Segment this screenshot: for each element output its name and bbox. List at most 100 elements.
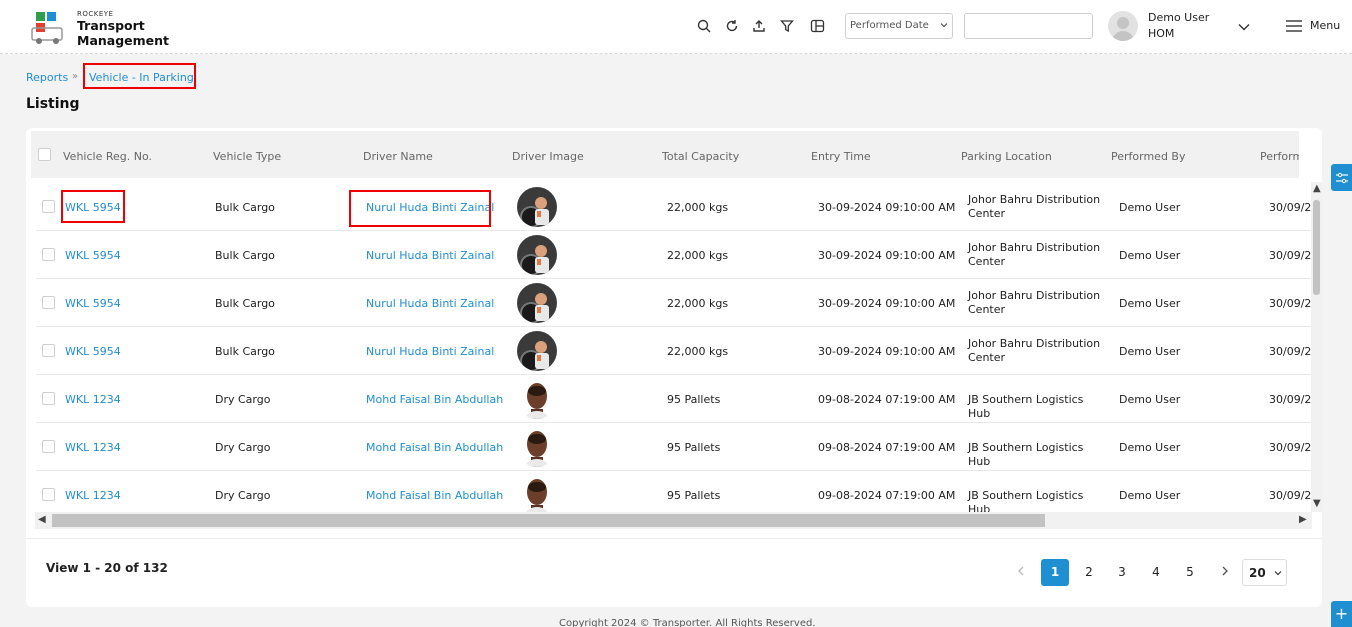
driver-photo [517,283,557,323]
driver-name-link[interactable]: Mohd Faisal Bin Abdullah [366,441,503,454]
page-button-5[interactable]: 5 [1176,559,1204,586]
performed-date: 30/09/2 [1269,201,1312,214]
table-row[interactable]: WKL 5954 Bulk Cargo Nurul Huda Binti Zaina… [36,183,1313,231]
table-row[interactable]: WKL 1234 Dry Cargo Mohd Faisal Bin Abdulla… [36,471,1313,513]
driver-photo [517,379,557,419]
performed-date: 30/09/2 [1269,249,1312,262]
page-button-3[interactable]: 3 [1108,559,1136,586]
vehicle-type: Dry Cargo [215,393,271,406]
scroll-down-arrow[interactable]: ▼ [1313,498,1321,509]
row-checkbox[interactable] [42,296,55,309]
next-page-button[interactable] [1211,559,1239,586]
driver-image[interactable] [517,283,557,323]
driver-name-link[interactable]: Nurul Huda Binti Zainal [366,249,494,262]
column-header[interactable]: Driver Image [512,150,584,163]
vehicle-reg-link[interactable]: WKL 5954 [65,297,121,310]
column-header[interactable]: Total Capacity [662,150,739,163]
driver-image[interactable] [517,187,557,227]
column-header[interactable]: Entry Time [811,150,871,163]
select-all-checkbox[interactable] [38,148,51,161]
vehicle-type: Bulk Cargo [215,297,275,310]
page-button-1[interactable]: 1 [1041,559,1069,586]
page-title: Listing [26,96,80,112]
table-row[interactable]: WKL 5954 Bulk Cargo Nurul Huda Binti Zaina… [36,231,1313,279]
vehicle-reg-link[interactable]: WKL 5954 [65,201,121,214]
driver-image[interactable] [517,475,557,513]
parking-location: Johor Bahru Distribution Center [968,193,1101,220]
vehicle-type: Bulk Cargo [215,249,275,262]
driver-name-link[interactable]: Nurul Huda Binti Zainal [366,297,494,310]
driver-photo [517,331,557,371]
driver-image[interactable] [517,379,557,419]
column-header[interactable]: Vehicle Reg. No. [63,150,152,163]
prev-page-button[interactable] [1007,559,1035,586]
scroll-up-arrow[interactable]: ▲ [1313,183,1321,194]
horizontal-scroll-thumb[interactable] [52,514,1045,527]
parking-location: Johor Bahru Distribution Center [968,337,1101,364]
column-header[interactable]: Perform [1260,150,1299,163]
refresh-icon[interactable] [724,18,740,34]
column-header[interactable]: Performed By [1111,150,1185,163]
copyright-text: Copyright 2024 © Transporter. All Rights… [559,618,816,627]
search-icon[interactable] [696,18,712,34]
vehicle-reg-link[interactable]: WKL 1234 [65,441,121,454]
scroll-right-arrow[interactable]: ▶ [1299,514,1307,525]
breadcrumb-reports[interactable]: Reports [26,71,68,84]
breadcrumb-separator: » [72,71,79,82]
table-row[interactable]: WKL 5954 Bulk Cargo Nurul Huda Binti Zaina… [36,327,1313,375]
column-header[interactable]: Driver Name [363,150,433,163]
vehicle-type: Dry Cargo [215,441,271,454]
user-avatar[interactable] [1108,11,1138,41]
page-size-select[interactable]: 20 [1242,559,1287,586]
column-header[interactable]: Parking Location [961,150,1052,163]
vertical-scroll-thumb[interactable] [1313,200,1320,295]
horizontal-scrollbar[interactable]: ◀ ▶ [35,512,1312,529]
entry-time: 09-08-2024 07:19:00 AM [818,489,956,502]
filter-icon[interactable] [779,18,795,34]
menu-button[interactable]: Menu [1286,19,1340,32]
row-checkbox[interactable] [42,200,55,213]
vehicle-reg-link[interactable]: WKL 5954 [65,249,121,262]
top-header: ROCKEYE Transport Management Performed D… [0,0,1352,54]
table-body: WKL 5954 Bulk Cargo Nurul Huda Binti Zaina… [36,183,1313,513]
breadcrumb-current[interactable]: Vehicle - In Parking [83,63,196,89]
chevron-left-icon [1018,566,1024,576]
scroll-left-arrow[interactable]: ◀ [38,514,46,525]
performed-date-select[interactable]: Performed Date [845,13,953,39]
performed-by: Demo User [1119,489,1181,502]
page-button-4[interactable]: 4 [1142,559,1170,586]
vertical-scrollbar[interactable]: ▲ ▼ [1311,182,1322,512]
driver-name-link[interactable]: Nurul Huda Binti Zainal [366,201,494,214]
driver-name-link[interactable]: Nurul Huda Binti Zainal [366,345,494,358]
row-checkbox[interactable] [42,248,55,261]
date-range-input[interactable] [964,13,1093,39]
row-checkbox[interactable] [42,344,55,357]
add-button[interactable]: + [1331,601,1352,627]
driver-name-link[interactable]: Mohd Faisal Bin Abdullah [366,393,503,406]
chevron-down-icon[interactable] [1237,20,1251,34]
driver-image[interactable] [517,427,557,467]
row-checkbox[interactable] [42,488,55,501]
columns-icon[interactable] [809,18,825,34]
driver-image[interactable] [517,331,557,371]
page-button-2[interactable]: 2 [1075,559,1103,586]
settings-panel-tab[interactable] [1331,164,1352,191]
table-row[interactable]: WKL 1234 Dry Cargo Mohd Faisal Bin Abdulla… [36,423,1313,471]
row-checkbox[interactable] [42,392,55,405]
performed-date: 30/09/2 [1269,489,1312,502]
parking-location: Johor Bahru Distribution Center [968,241,1101,268]
total-capacity: 95 Pallets [667,393,721,406]
upload-icon[interactable] [751,18,767,34]
performed-date: 30/09/2 [1269,345,1312,358]
driver-image[interactable] [517,235,557,275]
row-checkbox[interactable] [42,440,55,453]
vehicle-reg-link[interactable]: WKL 5954 [65,345,121,358]
table-row[interactable]: WKL 1234 Dry Cargo Mohd Faisal Bin Abdulla… [36,375,1313,423]
table-row[interactable]: WKL 5954 Bulk Cargo Nurul Huda Binti Zaina… [36,279,1313,327]
vehicle-reg-link[interactable]: WKL 1234 [65,393,121,406]
divider [26,538,1322,539]
column-header[interactable]: Vehicle Type [213,150,281,163]
driver-name-link[interactable]: Mohd Faisal Bin Abdullah [366,489,503,502]
vehicle-reg-link[interactable]: WKL 1234 [65,489,121,502]
parking-location: JB Southern Logistics Hub [968,393,1084,420]
